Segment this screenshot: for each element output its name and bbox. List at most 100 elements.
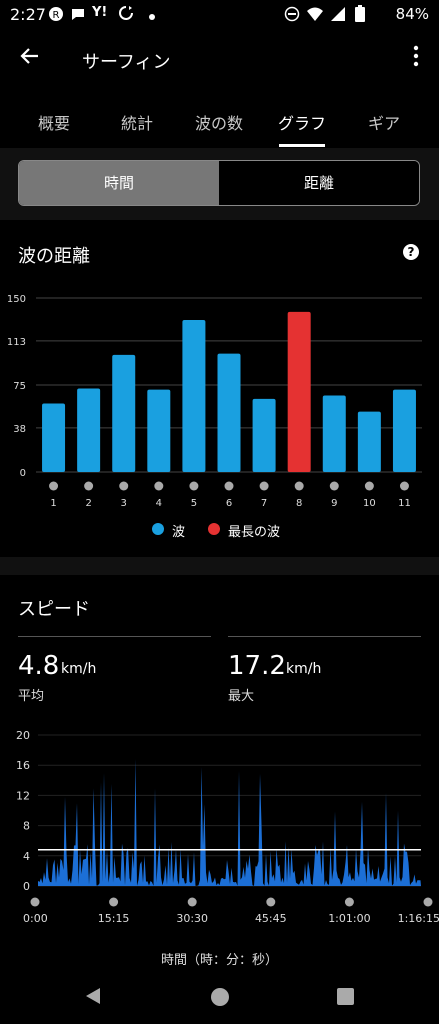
x-tick-label: 3	[121, 498, 127, 509]
x-tick-dot	[189, 481, 199, 491]
x-tick-label: 5	[191, 498, 197, 509]
x-tick-dot	[266, 897, 276, 907]
badge-icon: R	[48, 6, 64, 25]
tab-graph[interactable]: グラフ	[262, 110, 342, 134]
x-tick-dot	[187, 897, 197, 907]
more-vert-icon[interactable]	[413, 44, 419, 68]
max-speed-value: 17.2	[228, 651, 286, 681]
tab-gear[interactable]: ギア	[344, 110, 424, 134]
legend-wave-label: 波	[172, 525, 186, 540]
y-tick-label: 20	[16, 729, 30, 742]
legend-wave-dot	[152, 523, 164, 535]
app-bar: サーフィン	[0, 28, 439, 92]
nav-home-icon[interactable]	[210, 987, 230, 1011]
tab-bar: 概要 統計 波の数 グラフ ギア	[0, 92, 439, 148]
nav-recents-icon[interactable]	[337, 988, 354, 1009]
chat-icon	[70, 7, 86, 24]
x-tick-label: 1:01:00	[328, 912, 370, 925]
card-title: 波の距離	[18, 246, 90, 267]
x-tick-label: 45:45	[255, 912, 287, 925]
x-tick-dot	[399, 481, 409, 491]
y-tick-label: 38	[13, 424, 26, 435]
status-time: 2:27	[10, 5, 46, 24]
y-tick-label: 150	[7, 294, 26, 305]
x-tick-label: 9	[331, 498, 337, 509]
divider	[18, 636, 211, 637]
system-nav-bar	[0, 969, 439, 1024]
section-divider	[0, 557, 439, 575]
legend-longest-label: 最長の波	[228, 525, 281, 540]
segment-control: 時間 距離	[18, 160, 420, 206]
x-tick-label: 8	[296, 498, 302, 509]
x-tick-label: 0:00	[23, 912, 48, 925]
wave-bar	[147, 389, 171, 472]
x-tick-label: 15:15	[98, 912, 130, 925]
y-tick-label: 8	[23, 820, 30, 833]
wifi-icon	[306, 6, 324, 25]
x-tick-dot	[30, 897, 40, 907]
dot-icon	[149, 9, 155, 23]
status-bar: 2:27 R Y! 84%	[0, 0, 439, 28]
wave-bar	[392, 389, 416, 472]
x-tick-label: 1:16:15	[398, 912, 439, 925]
wave-bar	[322, 395, 346, 472]
x-tick-dot	[423, 897, 433, 907]
segment-time[interactable]: 時間	[19, 161, 219, 205]
x-tick-dot	[84, 481, 94, 491]
battery-icon	[355, 5, 365, 25]
wave-bar	[287, 311, 311, 472]
wave-bar	[357, 411, 381, 472]
max-speed-unit: km/h	[286, 661, 322, 677]
x-tick-label: 7	[261, 498, 267, 509]
wave-bar	[77, 388, 101, 472]
tab-stats[interactable]: 統計	[97, 110, 177, 134]
card-title: スピード	[18, 599, 90, 620]
x-tick-label: 4	[156, 498, 162, 509]
speed-area	[38, 759, 421, 886]
y-tick-label: 4	[23, 850, 30, 863]
signal-icon	[330, 6, 346, 25]
x-tick-label: 1	[50, 498, 56, 509]
x-tick-dot	[364, 481, 374, 491]
x-tick-label: 30:30	[176, 912, 208, 925]
x-tick-dot	[344, 897, 354, 907]
wave-bar	[112, 354, 136, 472]
x-tick-dot	[119, 481, 129, 491]
wave-bar	[182, 320, 206, 472]
tab-wave-count[interactable]: 波の数	[179, 110, 259, 134]
y-tick-label: 12	[16, 789, 30, 802]
avg-speed-unit: km/h	[61, 661, 97, 677]
sync-icon	[118, 5, 134, 24]
legend-longest-dot	[208, 523, 220, 535]
x-tick-dot	[259, 481, 269, 491]
x-tick-dot	[109, 897, 119, 907]
y-tick-label: 113	[7, 337, 26, 348]
dnd-icon	[284, 6, 300, 25]
x-tick-label: 2	[85, 498, 91, 509]
battery-level: 84%	[395, 5, 429, 23]
y-tick-label: 0	[20, 468, 26, 479]
tab-overview[interactable]: 概要	[14, 110, 94, 134]
x-tick-label: 6	[226, 498, 232, 509]
max-speed-label: 最大	[228, 689, 255, 704]
speed-chart: 0 4 8 12 16 20 0:00 15:15 30:30 45:45 1:01:00 1:16:…	[16, 729, 439, 925]
speed-card: スピード 4.8 km/h 平均 17.2 km/h 最大 0 4 8 12 16 20 0…	[0, 575, 439, 969]
avg-speed-value: 4.8	[18, 651, 60, 681]
page-title: サーフィン	[82, 52, 171, 73]
help-icon[interactable]: ?	[403, 244, 419, 260]
wave-bar	[217, 353, 241, 472]
back-arrow-icon[interactable]	[18, 44, 42, 74]
segment-distance[interactable]: 距離	[219, 161, 419, 205]
y-tick-label: 75	[13, 381, 26, 392]
x-tick-dot	[294, 481, 304, 491]
avg-speed-label: 平均	[18, 689, 45, 704]
wave-distance-chart: 0 38 75 113 150 1 2 3 4 5 6 7 8 9 10 11	[7, 294, 422, 509]
wave-distance-card: 波の距離 ? 0 38 75 113 150 1 2 3 4 5 6 7 8 9 10 11 波 最長の波	[0, 220, 439, 557]
x-tick-dot	[329, 481, 339, 491]
svg-text:R: R	[53, 10, 60, 21]
x-tick-label: 11	[398, 498, 411, 509]
y-tick-label: 16	[16, 759, 30, 772]
wave-bar	[252, 398, 276, 472]
speed-x-label: 時間（時：分：秒）	[160, 953, 278, 968]
nav-back-icon[interactable]	[84, 987, 102, 1009]
